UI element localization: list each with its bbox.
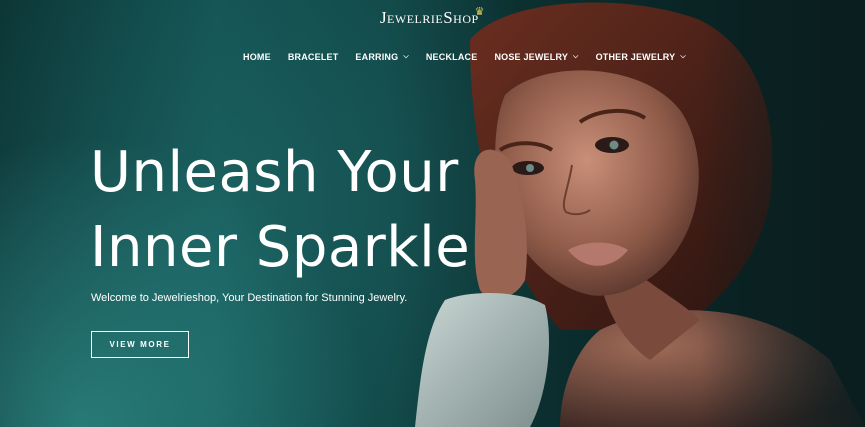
nav-item-label: EARRING bbox=[355, 52, 399, 62]
chevron-down-icon: ⌵ bbox=[680, 53, 686, 60]
hero-headline-line-2: Inner Sparkle bbox=[90, 215, 471, 280]
crown-icon: ♛ bbox=[474, 6, 486, 18]
nav-item-home[interactable]: HOME bbox=[243, 52, 271, 62]
logo-text: JewelrieShop bbox=[379, 8, 479, 27]
view-more-button[interactable]: VIEW MORE bbox=[91, 331, 189, 358]
nav-item-label: NOSE JEWELRY bbox=[494, 52, 569, 62]
chevron-down-icon: ⌵ bbox=[573, 53, 579, 60]
nav-item-bracelet[interactable]: BRACELET bbox=[288, 52, 339, 62]
nav-item-earring[interactable]: EARRING ⌵ bbox=[355, 52, 408, 62]
nav-item-label: HOME bbox=[243, 52, 271, 62]
nav-item-nose-jewelry[interactable]: NOSE JEWELRY ⌵ bbox=[494, 52, 578, 62]
nav-item-other-jewelry[interactable]: OTHER JEWELRY ⌵ bbox=[596, 52, 686, 62]
hero-headline: Unleash Your Inner Sparkle bbox=[90, 135, 470, 285]
hero-subtext: Welcome to Jewelrieshop, Your Destinatio… bbox=[91, 292, 408, 304]
hero-headline-line-1: Unleash Your bbox=[90, 140, 459, 205]
nav-item-label: NECKLACE bbox=[425, 52, 478, 62]
nav-item-label: OTHER JEWELRY bbox=[595, 52, 676, 62]
nav-item-necklace[interactable]: NECKLACE bbox=[426, 52, 478, 62]
hero-section: JewelrieShop♛ HOME BRACELET EARRING ⌵ NE… bbox=[0, 0, 865, 427]
chevron-down-icon: ⌵ bbox=[403, 53, 409, 60]
main-nav: HOME BRACELET EARRING ⌵ NECKLACE NOSE JE… bbox=[243, 52, 703, 62]
nav-item-label: BRACELET bbox=[287, 52, 339, 62]
logo[interactable]: JewelrieShop♛ bbox=[0, 6, 865, 28]
